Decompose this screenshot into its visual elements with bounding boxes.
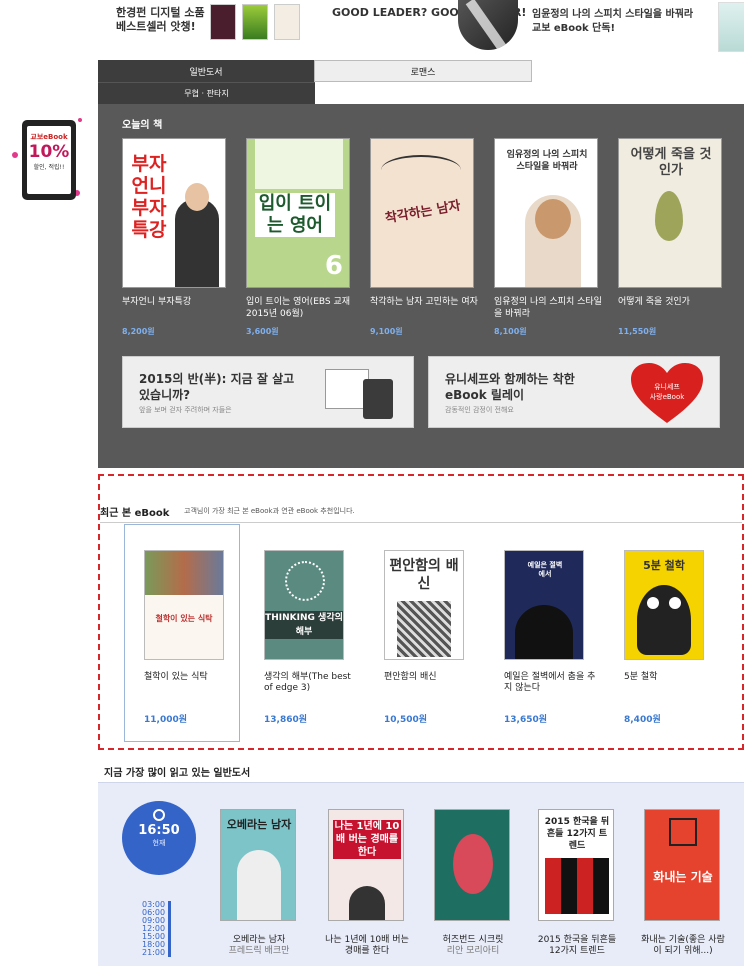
clock-time: 16:50 xyxy=(138,823,180,838)
book-cover[interactable]: 철학이 있는 식탁 xyxy=(144,550,224,660)
book-title[interactable]: 착각하는 남자 고민하는 여자 xyxy=(370,296,480,308)
book-title[interactable]: 철학이 있는 식탁 xyxy=(144,672,240,683)
banner-image-2[interactable] xyxy=(458,0,518,50)
promo-subtitle: 감동적인 감정이 전해요 xyxy=(445,406,514,414)
tab-general-books[interactable]: 일반도서 xyxy=(98,60,314,82)
book-title-author[interactable]: 허즈번드 시크릿 리안 모리아티 xyxy=(430,935,516,957)
book-price: 8,200원 xyxy=(122,327,155,336)
banner-text-3[interactable]: 임윤정의 나의 스피치 스타일을 바꿔라 교보 eBook 단독! xyxy=(532,8,702,36)
section-subtitle: 고객님이 가장 최근 본 eBook과 연관 eBook 추천입니다. xyxy=(184,507,355,515)
top-banner-strip: 한경펀 디지털 소품 베스트셀러 앗챙! GOOD LEADER? GOOD R… xyxy=(98,0,744,60)
book-price: 8,400원 xyxy=(624,715,661,725)
book-cover[interactable]: 부자언니 부자특강 xyxy=(122,138,226,288)
book-title[interactable]: 부자언니 부자특강 xyxy=(122,296,232,308)
book-price: 8,100원 xyxy=(494,327,527,336)
book-title[interactable]: 5분 철학 xyxy=(624,672,720,683)
clock-icon xyxy=(153,809,165,821)
banner-image-3[interactable] xyxy=(718,2,744,52)
book-cover[interactable]: 편안함의 배신 xyxy=(384,550,464,660)
book-cover[interactable]: 5분 철학 xyxy=(624,550,704,660)
recent-ebooks-section: 최근 본 eBook 고객님이 가장 최근 본 eBook과 연관 eBook … xyxy=(98,474,744,750)
tab-martial-fantasy[interactable]: 무협 · 판타지 xyxy=(98,82,315,104)
promo-subtitle: 앞을 보며 걷자 주려하며 자들은 xyxy=(139,406,232,414)
book-price: 13,860원 xyxy=(264,715,308,725)
book-title-author[interactable]: 나는 1년에 10배 버는 경매를 한다 xyxy=(324,935,410,957)
today-books-panel: 오늘의 책 부자언니 부자특강 부자언니 부자특강 8,200원 입이 트이는 … xyxy=(98,104,744,468)
book-price: 11,550원 xyxy=(618,327,657,336)
section-title: 지금 가장 많이 읽고 있는 일반도서 xyxy=(104,768,251,779)
promo-title: 2015의 반(半): 지금 잘 살고 있습니까? xyxy=(139,372,295,402)
book-cover[interactable]: 입이 트이는 영어 6 xyxy=(246,138,350,288)
ad-percent: 10% xyxy=(28,142,70,162)
book-title[interactable]: 임유정의 나의 스피치 스타일을 바꿔라 xyxy=(494,296,604,320)
banner-text-1[interactable]: 한경펀 디지털 소품 베스트셀러 앗챙! xyxy=(116,6,216,34)
book-cover[interactable]: 임유정의 나의 스피치 스타일을 바꿔라 xyxy=(494,138,598,288)
tab-romance[interactable]: 로맨스 xyxy=(314,60,532,82)
ad-caption: 할인, 적립!! xyxy=(33,164,65,171)
promo-title: 유니세프와 함께하는 착한 eBook 릴레이 xyxy=(445,372,575,402)
book-cover[interactable]: 나는 1년에 10배 버는 경매를 한다 xyxy=(328,809,404,921)
banner-thumb-2[interactable] xyxy=(242,4,268,40)
side-ad-ebook-discount[interactable]: 교보eBook 10% 할인, 적립!! xyxy=(8,112,88,212)
section-title: 최근 본 eBook xyxy=(100,508,170,519)
time-selector[interactable]: 03:00 06:00 09:00 12:00 15:00 18:00 21:0… xyxy=(142,901,172,957)
book-cover[interactable]: 어떻게 죽을 것인가 xyxy=(618,138,722,288)
sparkle-icon xyxy=(12,152,18,158)
book-author: 리안 모리아티 xyxy=(446,946,500,956)
book-cover[interactable] xyxy=(434,809,510,921)
category-tabs: 일반도서 로맨스 무협 · 판타지 xyxy=(98,60,532,104)
book-author: 프레드릭 배크만 xyxy=(228,946,290,956)
popular-books-panel: 16:50 현재 03:00 06:00 09:00 12:00 15:00 1… xyxy=(98,782,744,966)
promo-banner-2015[interactable]: 2015의 반(半): 지금 잘 살고 있습니까? 앞을 보며 걷자 주려하며 … xyxy=(122,356,414,428)
book-title[interactable]: 편안함의 배신 xyxy=(384,672,480,683)
book-price: 9,100원 xyxy=(370,327,403,336)
current-time-badge: 16:50 현재 xyxy=(122,801,196,875)
book-title: 허즈번드 시크릿 xyxy=(442,935,504,945)
promo-banner-unicef[interactable]: 유니세프와 함께하는 착한 eBook 릴레이 감동적인 감정이 전해요 유니세… xyxy=(428,356,720,428)
book-cover[interactable]: 화내는 기술 xyxy=(644,809,720,921)
svg-text:유니세프: 유니세프 xyxy=(654,382,680,391)
book-cover[interactable]: 2015 한국을 뒤흔들 12가지 트렌드 xyxy=(538,809,614,921)
book-cover[interactable]: 예일은 절벽에서 xyxy=(504,550,584,660)
svg-text:사랑eBook: 사랑eBook xyxy=(650,392,686,401)
book-title: 오베라는 남자 xyxy=(232,935,286,945)
clock-label: 현재 xyxy=(152,839,166,847)
book-title[interactable]: 생각의 해부(The best of edge 3) xyxy=(264,672,360,694)
book-price: 3,600원 xyxy=(246,327,279,336)
book-price: 11,000원 xyxy=(144,715,188,725)
book-title: 2015 한국을 뒤흔들 12가지 트렌드 xyxy=(537,935,617,956)
book-cover[interactable]: THINKING 생각의 해부 xyxy=(264,550,344,660)
book-price: 10,500원 xyxy=(384,715,428,725)
divider xyxy=(100,522,742,523)
heart-icon: 유니세프 사랑eBook xyxy=(631,363,703,423)
book-cover[interactable]: 오베라는 남자 xyxy=(220,809,296,921)
banner-thumb-1[interactable] xyxy=(210,4,236,40)
book-title: 화내는 기술(좋은 사람이 되기 위해...) xyxy=(641,935,725,956)
section-title: 오늘의 책 xyxy=(122,120,163,131)
tablet-icon xyxy=(363,379,393,419)
ad-brand: 교보eBook xyxy=(30,133,68,141)
book-title-author[interactable]: 화내는 기술(좋은 사람이 되기 위해...) xyxy=(640,935,726,957)
book-title: 나는 1년에 10배 버는 경매를 한다 xyxy=(325,935,409,956)
book-price: 13,650원 xyxy=(504,715,548,725)
book-title[interactable]: 입이 트이는 영어(EBS 교재 2015년 06월) xyxy=(246,296,356,320)
banner-thumb-3[interactable] xyxy=(274,4,300,40)
book-title-author[interactable]: 2015 한국을 뒤흔들 12가지 트렌드 xyxy=(534,935,620,957)
book-title[interactable]: 어떻게 죽을 것인가 xyxy=(618,296,728,308)
book-title[interactable]: 예일은 절벽에서 춤을 추지 않는다 xyxy=(504,672,600,694)
book-title-author[interactable]: 오베라는 남자 프레드릭 배크만 xyxy=(216,935,302,957)
tablet-icon: 교보eBook 10% 할인, 적립!! xyxy=(22,120,76,200)
hour-option[interactable]: 21:00 xyxy=(142,949,165,957)
sparkle-icon xyxy=(78,118,82,122)
book-cover[interactable]: 착각하는 남자 xyxy=(370,138,474,288)
face-icon xyxy=(669,818,697,846)
